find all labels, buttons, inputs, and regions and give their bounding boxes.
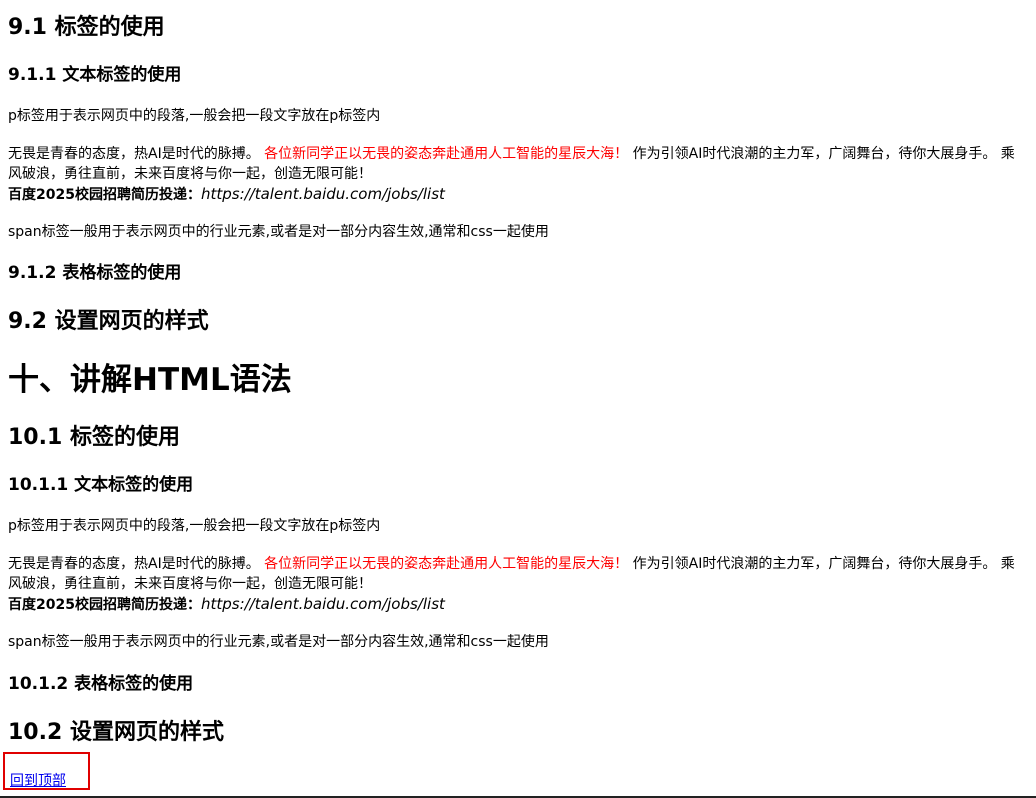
recruit-label: 百度2025校园招聘简历投递：: [8, 187, 201, 203]
heading-10-1-1: 10.1.1 文本标签的使用: [8, 475, 194, 495]
heading-10-1: 10.1 标签的使用: [8, 425, 180, 450]
paragraph-span-tag: span标签一般用于表示网页中的行业元素,或者是对一部分内容生效,通常和css一…: [8, 224, 549, 240]
recruit-line-10: 百度2025校园招聘简历投递：https://talent.baidu.com/…: [8, 594, 445, 615]
heading-10-2: 10.2 设置网页的样式: [8, 720, 224, 745]
heading-9-1-2: 9.1.2 表格标签的使用: [8, 263, 182, 283]
heading-9-1: 9.1 标签的使用: [8, 15, 165, 40]
paragraph-p-tag: p标签用于表示网页中的段落,一般会把一段文字放在p标签内: [8, 108, 381, 124]
intro-text-a-10: 无畏是青春的态度，热AI是时代的脉搏。: [8, 556, 260, 572]
heading-chapter-10: 十、讲解HTML语法: [8, 362, 292, 398]
intro-highlight: 各位新同学正以无畏的姿态奔赴通用人工智能的星辰大海！: [264, 146, 629, 162]
recruit-url-10: https://talent.baidu.com/jobs/list: [200, 595, 445, 613]
intro-highlight-10: 各位新同学正以无畏的姿态奔赴通用人工智能的星辰大海！: [264, 556, 629, 572]
paragraph-intro-10: 无畏是青春的态度，热AI是时代的脉搏。 各位新同学正以无畏的姿态奔赴通用人工智能…: [8, 554, 1028, 594]
paragraph-span-tag-10: span标签一般用于表示网页中的行业元素,或者是对一部分内容生效,通常和css一…: [8, 634, 549, 650]
back-to-top-link[interactable]: 回到顶部: [10, 770, 66, 790]
back-to-top-highlight: 回到顶部: [3, 752, 90, 790]
paragraph-p-tag-10: p标签用于表示网页中的段落,一般会把一段文字放在p标签内: [8, 518, 381, 534]
paragraph-intro: 无畏是青春的态度，热AI是时代的脉搏。 各位新同学正以无畏的姿态奔赴通用人工智能…: [8, 144, 1028, 184]
intro-text-a: 无畏是青春的态度，热AI是时代的脉搏。: [8, 146, 260, 162]
heading-9-1-1: 9.1.1 文本标签的使用: [8, 65, 182, 85]
heading-10-1-2: 10.1.2 表格标签的使用: [8, 674, 194, 694]
recruit-url: https://talent.baidu.com/jobs/list: [200, 185, 445, 203]
heading-9-2: 9.2 设置网页的样式: [8, 309, 209, 334]
recruit-line: 百度2025校园招聘简历投递：https://talent.baidu.com/…: [8, 184, 445, 205]
recruit-label-10: 百度2025校园招聘简历投递：: [8, 597, 201, 613]
